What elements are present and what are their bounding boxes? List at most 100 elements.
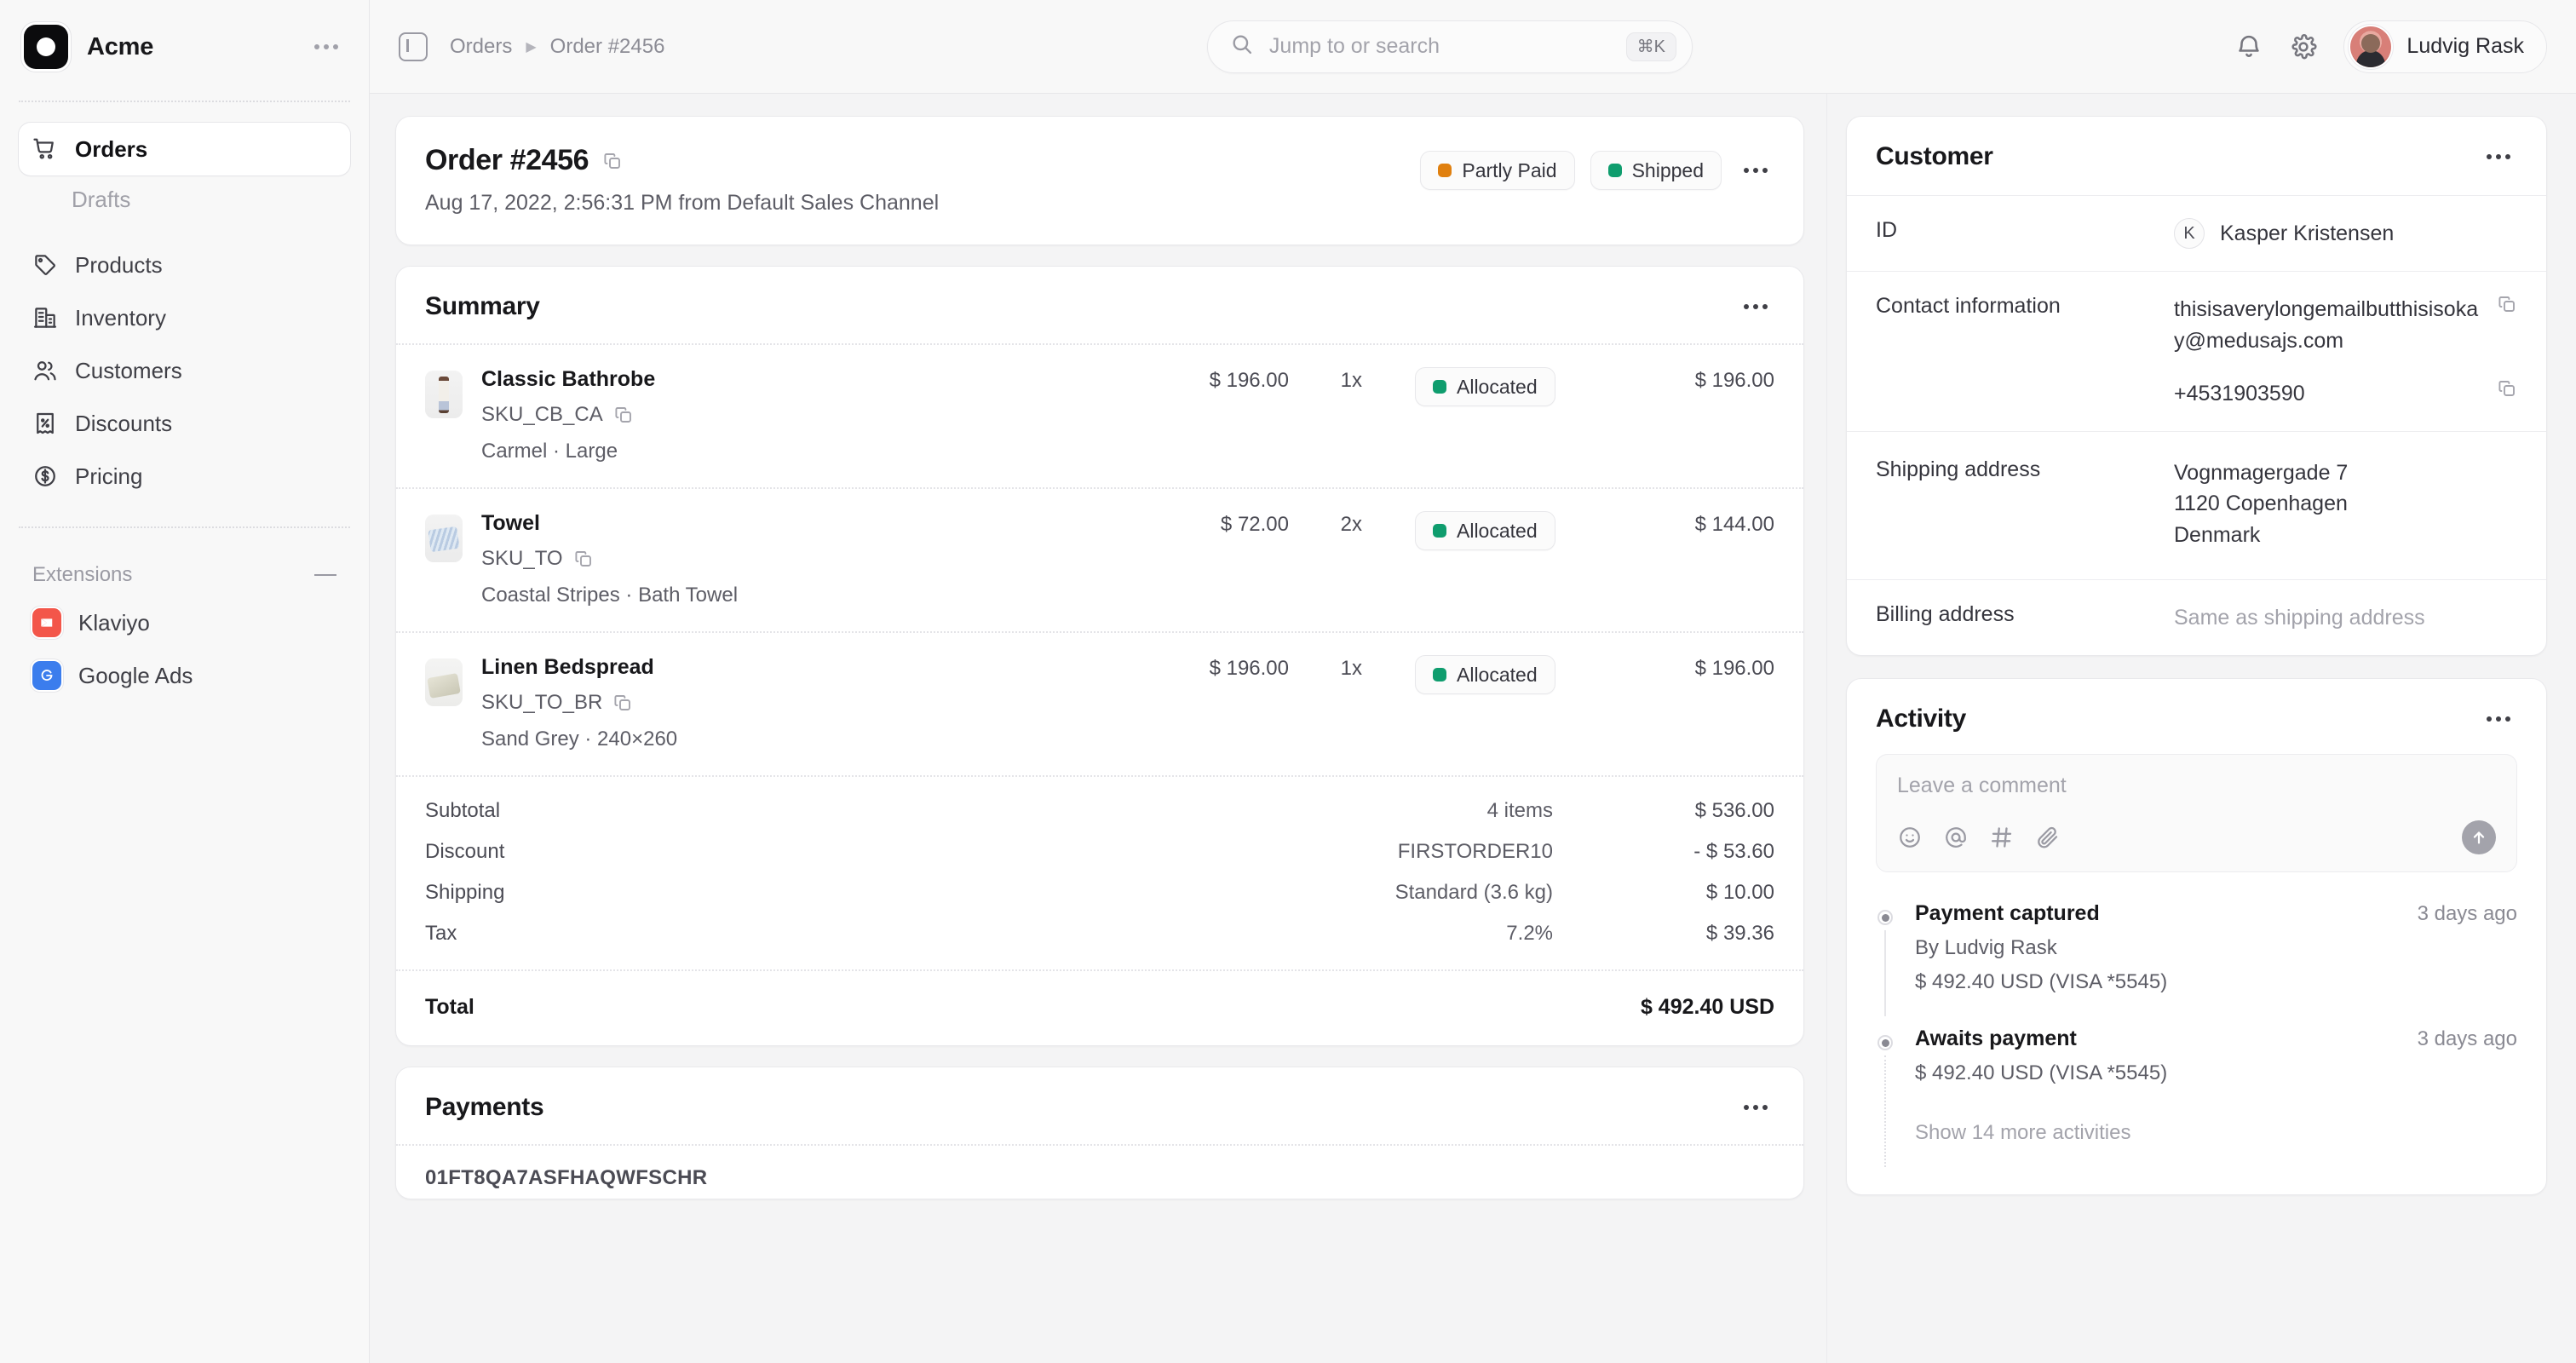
shipping-address-row: Shipping address Vognmagergade 7 1120 Co… <box>1847 432 2546 579</box>
klaviyo-icon <box>32 608 61 637</box>
comment-box[interactable]: Leave a comment <box>1876 754 2517 872</box>
search-wrap: Jump to or search ⌘K <box>687 20 2212 73</box>
customer-more-icon[interactable] <box>2480 147 2517 166</box>
sidebar-item-klaviyo[interactable]: Klaviyo <box>19 596 350 649</box>
receipt-percent-icon <box>32 411 58 436</box>
user-menu-button[interactable]: Ludvig Rask <box>2343 20 2547 73</box>
sidebar: Acme Orders Drafts Products <box>0 0 370 1363</box>
sidebar-toggle-icon[interactable] <box>399 32 428 61</box>
billing-address-value: Same as shipping address <box>2174 602 2517 633</box>
customer-name: Kasper Kristensen <box>2220 218 2394 249</box>
sidebar-divider-2 <box>19 526 350 528</box>
line-item-quantity: 1x <box>1308 655 1362 681</box>
search-icon <box>1230 32 1254 60</box>
order-more-icon[interactable] <box>1737 161 1774 180</box>
copy-icon[interactable] <box>613 405 634 425</box>
total-label: Discount <box>425 840 1195 864</box>
summary-more-icon[interactable] <box>1737 297 1774 316</box>
breadcrumb-item-order[interactable]: Order #2456 <box>550 35 665 59</box>
status-badge: Partly Paid <box>1420 151 1574 190</box>
page-title: Order #2456 <box>425 144 1420 177</box>
activity-more-icon[interactable] <box>2480 710 2517 728</box>
table-row[interactable]: Towel SKU_TO Coastal Stripes · Bath Towe… <box>396 489 1803 631</box>
sidebar-item-label: Discounts <box>75 411 172 437</box>
line-item-sku: SKU_TO_BR <box>481 691 1134 715</box>
line-item-sku: SKU_TO <box>481 547 1134 571</box>
summary-title: Summary <box>425 292 540 321</box>
totals-block: Subtotal 4 items $ 536.00 Discount FIRST… <box>396 777 1803 969</box>
total-detail: FIRSTORDER10 <box>1195 840 1553 864</box>
sidebar-item-google-ads[interactable]: Google Ads <box>19 649 350 702</box>
total-row-shipping: Shipping Standard (3.6 kg) $ 10.00 <box>396 872 1803 913</box>
hash-icon[interactable] <box>1989 825 2015 850</box>
table-row[interactable]: Linen Bedspread SKU_TO_BR Sand Grey · 24… <box>396 633 1803 775</box>
paperclip-icon[interactable] <box>2035 825 2061 850</box>
total-label: Subtotal <box>425 799 1195 823</box>
user-name: Ludvig Rask <box>2406 34 2524 59</box>
sidebar-item-orders[interactable]: Orders <box>19 123 350 175</box>
copy-icon[interactable] <box>573 549 594 569</box>
customer-id-row: ID K Kasper Kristensen <box>1847 196 2546 271</box>
emoji-icon[interactable] <box>1897 825 1923 850</box>
activity-amount: $ 492.40 USD (VISA *5545) <box>1915 970 2517 994</box>
google-ads-icon <box>32 661 61 690</box>
line-item-price: $ 72.00 <box>1153 511 1289 537</box>
contact-label: Contact information <box>1876 294 2157 319</box>
building-icon <box>32 305 58 331</box>
bell-icon[interactable] <box>2234 32 2263 61</box>
side-column: Customer ID K Kasper Kristensen <box>1826 94 2576 1363</box>
line-item-options: Carmel · Large <box>481 440 1134 463</box>
line-item-status-badge: Allocated <box>1415 655 1555 694</box>
total-detail: 7.2% <box>1195 922 1553 946</box>
total-row-discount: Discount FIRSTORDER10 - $ 53.60 <box>396 831 1803 872</box>
gear-icon[interactable] <box>2289 32 2318 61</box>
breadcrumb-item-orders[interactable]: Orders <box>450 35 512 59</box>
mention-icon[interactable] <box>1943 825 1969 850</box>
send-arrow-up-icon[interactable] <box>2462 820 2496 854</box>
total-label: Shipping <box>425 881 1195 905</box>
table-row[interactable]: Classic Bathrobe SKU_CB_CA Carmel · Larg… <box>396 345 1803 487</box>
activity-title-text: Awaits payment <box>1915 1027 2418 1051</box>
comment-input[interactable]: Leave a comment <box>1897 774 2496 798</box>
app-root: Acme Orders Drafts Products <box>0 0 2576 1363</box>
sidebar-item-customers[interactable]: Customers <box>19 344 350 397</box>
extensions-section-header: Extensions <box>19 554 350 596</box>
copy-icon[interactable] <box>612 693 633 713</box>
minus-icon[interactable] <box>314 574 336 576</box>
activity-timeline: Payment captured 3 days ago By Ludvig Ra… <box>1847 872 2546 1194</box>
sidebar-item-label: Klaviyo <box>78 610 150 636</box>
sidebar-item-inventory[interactable]: Inventory <box>19 291 350 344</box>
grand-total-label: Total <box>425 995 1641 1020</box>
total-label: Tax <box>425 922 1195 946</box>
sidebar-more-icon[interactable] <box>308 37 345 56</box>
copy-icon[interactable] <box>2497 378 2517 399</box>
sidebar-item-label: Drafts <box>72 187 130 213</box>
sidebar-item-discounts[interactable]: Discounts <box>19 397 350 450</box>
billing-address-row: Billing address Same as shipping address <box>1847 580 2546 655</box>
shopping-cart-icon <box>32 136 58 162</box>
sidebar-item-pricing[interactable]: Pricing <box>19 450 350 503</box>
sidebar-item-label: Inventory <box>75 305 166 331</box>
sidebar-item-products[interactable]: Products <box>19 239 350 291</box>
sidebar-item-label: Pricing <box>75 463 142 490</box>
line-item-options: Coastal Stripes · Bath Towel <box>481 584 1134 607</box>
brand-row[interactable]: Acme <box>19 0 350 94</box>
line-item-name: Linen Bedspread <box>481 655 1134 680</box>
search-input[interactable]: Jump to or search ⌘K <box>1207 20 1693 73</box>
copy-icon[interactable] <box>602 151 623 171</box>
right-pane: Orders ▶ Order #2456 Jump to or search ⌘… <box>370 0 2576 1363</box>
line-item-status-label: Allocated <box>1457 664 1538 687</box>
customer-id-value[interactable]: K Kasper Kristensen <box>2174 218 2517 249</box>
line-item-quantity: 1x <box>1308 367 1362 393</box>
line-item-status-label: Allocated <box>1457 376 1538 399</box>
sidebar-item-drafts[interactable]: Drafts <box>19 175 350 223</box>
extensions-label: Extensions <box>32 563 132 587</box>
status-swatch <box>1433 524 1446 538</box>
grand-total-value: $ 492.40 USD <box>1641 995 1774 1020</box>
total-detail: 4 items <box>1195 799 1553 823</box>
copy-icon[interactable] <box>2497 294 2517 314</box>
list-item: Awaits payment 3 days ago $ 492.40 USD (… <box>1876 1027 2517 1177</box>
avatar <box>2350 26 2391 67</box>
show-more-activities-link[interactable]: Show 14 more activities <box>1915 1121 2517 1145</box>
payments-more-icon[interactable] <box>1737 1098 1774 1117</box>
